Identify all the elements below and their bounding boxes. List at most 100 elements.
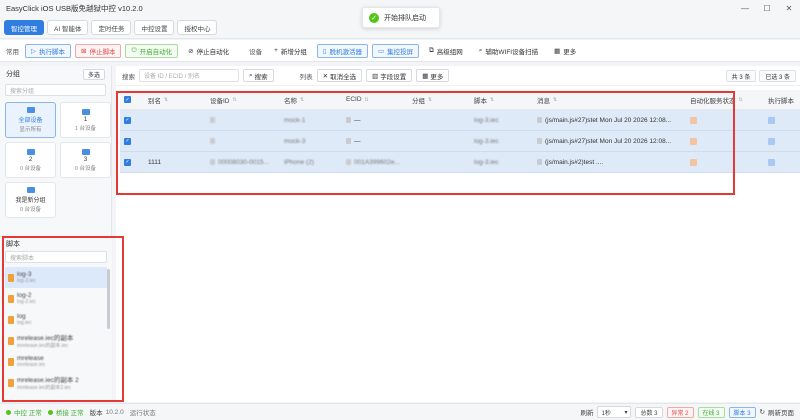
alias-cell: 1111 [148,158,162,166]
automation-status-cell[interactable] [686,116,764,124]
column-header[interactable]: ECID ⇅ [342,96,408,103]
screen-mirror-button[interactable]: ▭ 集控投屏 [371,43,420,58]
automation-status-cell[interactable] [686,137,764,145]
run-script-cell[interactable] [764,137,800,145]
group-card-1[interactable]: 1 1 台设备 [60,102,111,138]
file-icon [8,357,14,366]
search-bar: 搜索 设备 ID / ECID / 别名 ⌕ 搜索 列表 ✕ 取消全选 ▥ 字段设置 … [116,66,800,86]
device-icon [210,117,215,123]
automation-status-cell[interactable] [686,158,764,166]
activator-label: 脱机激活器 [329,48,362,56]
file-icon [8,378,14,387]
run-script-cell[interactable] [764,116,800,124]
search-button-label: 搜索 [254,73,268,81]
script-badge: 脚本 3 [728,406,756,418]
checkbox-icon[interactable]: ✓ [124,96,131,103]
script-item[interactable]: log log.iec [5,309,107,330]
run-script-cell[interactable] [764,158,800,166]
search-label: 搜索 [122,73,135,81]
sort-icon: ⇅ [232,96,237,103]
offline-activator-button[interactable]: ▯ 脱机激活器 [316,43,368,58]
run-icon [768,116,775,124]
tab-license[interactable]: 授权中心 [177,20,218,35]
script-cell: log-3.iec [474,137,499,145]
more-button[interactable]: ▦ 更多 [548,43,583,58]
column-header[interactable]: 别名 ⇅ [144,95,206,105]
group-search-input[interactable]: 搜索分组 [5,84,106,96]
device-id-cell [206,117,280,123]
script-item[interactable]: log-2 log-2.iec [5,288,107,309]
grid-icon: ▦ [422,72,429,80]
copy-icon [346,138,351,144]
group-card-3[interactable]: 3 0 台设备 [60,142,111,178]
table-row[interactable]: ✓ mock-1 — log-3.iec (js/main.js#27)stet… [120,110,800,131]
column-header[interactable]: 设备ID ⇅ [206,95,280,105]
checkbox-icon[interactable]: ✓ [124,137,131,145]
device-icon [210,138,215,144]
refresh-icon: ↻ [759,409,765,416]
list-more-button[interactable]: ▦ 更多 [416,69,450,82]
power-icon: ⏻ [131,46,137,54]
start-automation-button[interactable]: ⏻ 开启自动化 [125,43,179,58]
checkbox-icon[interactable]: ✓ [124,158,131,166]
refresh-interval-select[interactable]: 1秒 ▾ [597,406,632,418]
script-item[interactable]: mrelease mrelease.iec [5,351,107,372]
script-cell: log-3.iec [474,158,499,166]
tab-control[interactable]: 智控管理 [4,20,44,35]
column-header[interactable]: 名称 ⇅ [280,95,342,105]
script-item[interactable]: log-3 log-3.iec [5,267,107,288]
list-label: 列表 [299,73,313,81]
header-checkbox-cell[interactable]: ✓ [120,96,144,103]
check-circle-icon: ✓ [369,12,379,23]
script-search-input[interactable]: 搜索脚本 [5,251,107,263]
stop-automation-button[interactable]: ⊘ 停止自动化 [182,43,236,58]
wifi-scan-button[interactable]: ⌕ 辅助WIFI设备扫描 [472,43,545,58]
search-button[interactable]: ⌕ 搜索 [243,69,274,82]
folder-icon [81,148,90,155]
tab-ai-agent[interactable]: AI 智能体 [47,20,89,35]
checkbox-icon[interactable]: ✓ [124,116,131,124]
script-item[interactable]: mrelease.iec的副本 mrelease.iec的副本.iec [5,330,107,351]
phone-icon: ▯ [322,47,327,55]
column-header[interactable]: 自动化服务状态 ⇅ [686,95,764,105]
copy-icon [537,138,542,144]
tab-settings[interactable]: 中控设置 [134,20,175,35]
row-checkbox-cell[interactable]: ✓ [120,158,144,166]
run-script-button[interactable]: ▷ 执行脚本 [25,43,71,58]
table-row[interactable]: ✓ mock-3 — log-3.iec (js/main.js#27)stet… [120,131,800,152]
add-group-button[interactable]: + 新增分组 [268,43,313,58]
deselect-all-label: 取消全选 [330,73,357,81]
deselect-all-button[interactable]: ✕ 取消全选 [316,69,363,82]
folder-icon [26,187,35,193]
column-header[interactable]: 分组 ⇅ [408,95,470,105]
minimize-button[interactable]: — [734,0,756,17]
monitor-icon: ▭ [377,47,385,55]
sort-icon: ⇅ [738,96,743,103]
multi-select-button[interactable]: 多选 [82,68,105,80]
toolbar: 常用 ▷ 执行脚本 ⊠ 停止脚本 ⏻ 开启自动化 ⊘ 停止自动化 设备 + 新增分组 ▯ 脱… [0,40,800,62]
group-name: 2 [28,156,33,163]
maximize-button[interactable]: ☐ [756,0,778,17]
script-item[interactable]: mrelease.iec的副本 2 mrelease.iec的副本2.iec [5,372,107,393]
row-checkbox-cell[interactable]: ✓ [120,137,144,145]
script-name: mrelease.iec的副本 2 [17,377,79,384]
column-header[interactable]: 消息 ⇅ [533,95,686,105]
device-search-input[interactable]: 设备 ID / ECID / 别名 [139,69,239,82]
column-header[interactable]: 脚本 ⇅ [470,95,533,105]
stop-script-button[interactable]: ⊠ 停止脚本 [75,43,122,58]
refresh-page-button[interactable]: ↻ 刷新页面 [760,407,794,417]
tab-scheduled-tasks[interactable]: 定时任务 [91,20,132,35]
group-card-all[interactable]: 全部设备 显示所有 [5,102,56,138]
group-card-new[interactable]: 我是新分组 0 台设备 [5,182,56,218]
field-settings-button[interactable]: ▥ 字段设置 [366,69,413,82]
column-header[interactable]: 执行脚本 [764,95,800,105]
close-button[interactable]: ✕ [778,0,800,17]
scripts-scrollbar[interactable] [107,269,110,329]
group-card-2[interactable]: 2 0 台设备 [5,142,56,178]
chevron-down-icon: ▾ [624,409,628,416]
table-row[interactable]: ✓ 1111 00008030-0015... iPhone (2) 001A3… [120,152,800,173]
row-checkbox-cell[interactable]: ✓ [120,116,144,124]
script-file: mrelease.iec [17,362,46,368]
advanced-network-button[interactable]: ⧉ 高级组网 [423,43,469,58]
stop-automation-label: 停止自动化 [196,48,230,56]
